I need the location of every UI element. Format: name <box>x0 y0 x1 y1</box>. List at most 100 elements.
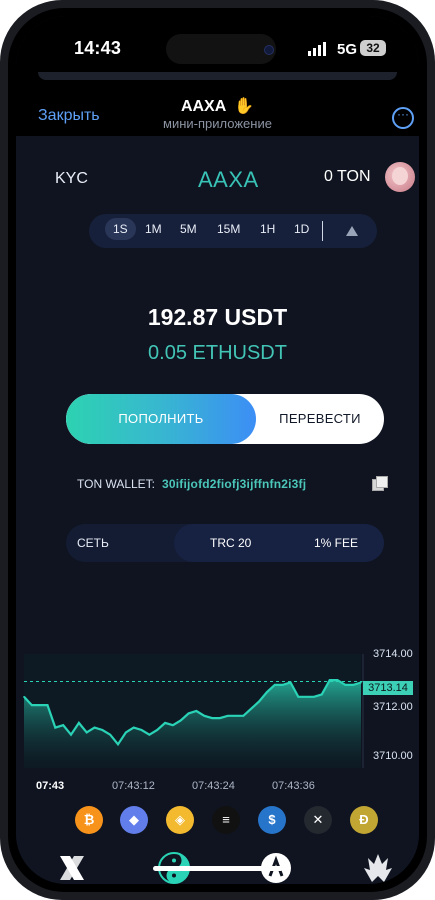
data-point <box>54 726 57 729</box>
data-point <box>172 724 174 727</box>
home-indicator[interactable] <box>153 866 283 871</box>
avatar[interactable] <box>385 162 415 192</box>
brand-title: AAXA <box>198 167 259 192</box>
data-point <box>313 695 315 698</box>
copy-icon[interactable] <box>372 476 388 491</box>
data-point <box>226 714 229 717</box>
hamsa-icon: ✋ <box>234 98 255 115</box>
app-title-text: AAXA <box>180 98 226 115</box>
timeframe-5m[interactable]: 5M <box>180 222 197 236</box>
data-point <box>258 700 260 703</box>
y-tick-2: 3710.00 <box>373 750 413 762</box>
coin-list: ₿ ◆ ◈ ≡ $ ✕ Ð <box>16 806 419 836</box>
network-type: 5G <box>337 41 358 58</box>
data-point <box>85 731 88 734</box>
battery-indicator: 32 <box>360 40 386 56</box>
data-point <box>140 729 143 731</box>
data-point <box>78 722 80 724</box>
x-tick-2: 07:43:24 <box>192 780 235 792</box>
data-point <box>266 691 268 693</box>
data-point <box>179 719 182 722</box>
screen: 14:43 5G 32 Закрыть AAXA ✋ мини-приложен… <box>16 16 419 884</box>
data-point <box>336 679 339 681</box>
camera-icon <box>264 45 274 55</box>
x-tick-3: 07:43:36 <box>272 780 315 792</box>
transfer-button[interactable]: ПЕРЕВЕСТИ <box>256 394 384 444</box>
data-point <box>101 729 104 731</box>
data-point <box>195 710 198 712</box>
data-point <box>148 733 151 736</box>
main-content: KYC AAXA 0 TON 1S 1M 5M 15M 1H 1D 192.87… <box>16 136 419 884</box>
data-point <box>234 714 237 717</box>
action-buttons: ПОПОЛНИТЬ ПЕРЕВЕСТИ <box>66 394 384 444</box>
timeframe-15m[interactable]: 15M <box>217 222 240 236</box>
data-point <box>187 712 190 715</box>
data-point <box>203 714 206 717</box>
status-bar: 14:43 5G 32 <box>16 16 419 72</box>
data-point <box>125 731 127 734</box>
timeframe-selector: 1S 1M 5M 15M 1H 1D <box>89 214 377 248</box>
timeframe-1d[interactable]: 1D <box>294 222 309 236</box>
x-tick-0: 07:43 <box>36 780 65 792</box>
price-chart[interactable] <box>16 646 419 776</box>
data-point <box>93 726 96 729</box>
phone-bezel: 14:43 5G 32 Закрыть AAXA ✋ мини-приложен… <box>8 8 427 892</box>
wallet-label: TON WALLET: <box>77 477 156 491</box>
kyc-link[interactable]: KYC <box>55 170 88 188</box>
collapse-triangle-icon[interactable] <box>346 226 358 236</box>
data-point <box>321 693 323 696</box>
data-point <box>352 684 354 686</box>
data-point <box>46 704 49 706</box>
data-point <box>109 733 112 736</box>
solana-icon[interactable]: ≡ <box>212 806 240 834</box>
usdc-icon[interactable]: $ <box>258 806 286 834</box>
y-tick-1: 3712.00 <box>373 701 413 713</box>
network-chain: TRC 20 <box>210 536 252 550</box>
data-point <box>328 679 331 681</box>
data-point <box>62 724 64 727</box>
bitcoin-icon[interactable]: ₿ <box>75 806 103 834</box>
xrp-icon[interactable]: ✕ <box>304 806 332 834</box>
network-selector[interactable]: TRC 20 1% FEE <box>174 524 384 562</box>
app-subtitle: мини-приложение <box>163 116 272 131</box>
ethereum-icon[interactable]: ◆ <box>120 806 148 834</box>
deposit-button[interactable]: ПОПОЛНИТЬ <box>66 394 256 444</box>
data-point <box>70 733 72 736</box>
data-point <box>23 695 25 698</box>
binance-icon[interactable]: ◈ <box>166 806 194 834</box>
network-row: СЕТЬ TRC 20 1% FEE <box>66 524 384 562</box>
more-options-icon[interactable]: ··· <box>392 107 414 129</box>
data-point <box>289 681 292 684</box>
price-amount: 192.87 USDT <box>147 304 288 330</box>
data-point <box>297 695 300 698</box>
signal-icon <box>308 42 326 56</box>
y-tick-0: 3714.00 <box>373 648 413 660</box>
data-point <box>31 704 33 706</box>
app-title: AAXA ✋ <box>16 96 419 116</box>
status-time: 14:43 <box>74 38 122 58</box>
sheet-handle[interactable] <box>38 72 397 80</box>
network-fee: 1% FEE <box>314 536 359 550</box>
data-point <box>360 681 362 684</box>
timeframe-1h[interactable]: 1H <box>260 222 275 236</box>
miniapp-header: Закрыть AAXA ✋ мини-приложение ··· <box>16 72 419 136</box>
data-point <box>305 695 307 698</box>
data-point <box>344 684 347 686</box>
timeframe-1s[interactable]: 1S <box>105 218 136 240</box>
balance-display[interactable]: 0 TON <box>324 168 371 186</box>
timeframe-divider <box>322 221 323 241</box>
wallet-address[interactable]: 30ifijofd2fiofj3ijffnfn2i3fj <box>162 477 306 491</box>
x-logo-icon[interactable] <box>52 848 92 884</box>
price-subline: 0.05 ETHUSDT <box>148 342 287 364</box>
timeframe-1m[interactable]: 1M <box>145 222 162 236</box>
dynamic-island <box>166 34 276 64</box>
data-point <box>38 704 41 706</box>
emblem-icon[interactable] <box>358 848 398 884</box>
phone-frame: 14:43 5G 32 Закрыть AAXA ✋ мини-приложен… <box>0 0 435 900</box>
data-point <box>164 722 166 724</box>
current-price-tag: 3713.14 <box>363 681 413 695</box>
data-point <box>250 707 253 710</box>
data-point <box>117 743 119 746</box>
data-point <box>281 684 284 686</box>
dogecoin-icon[interactable]: Ð <box>350 806 378 834</box>
